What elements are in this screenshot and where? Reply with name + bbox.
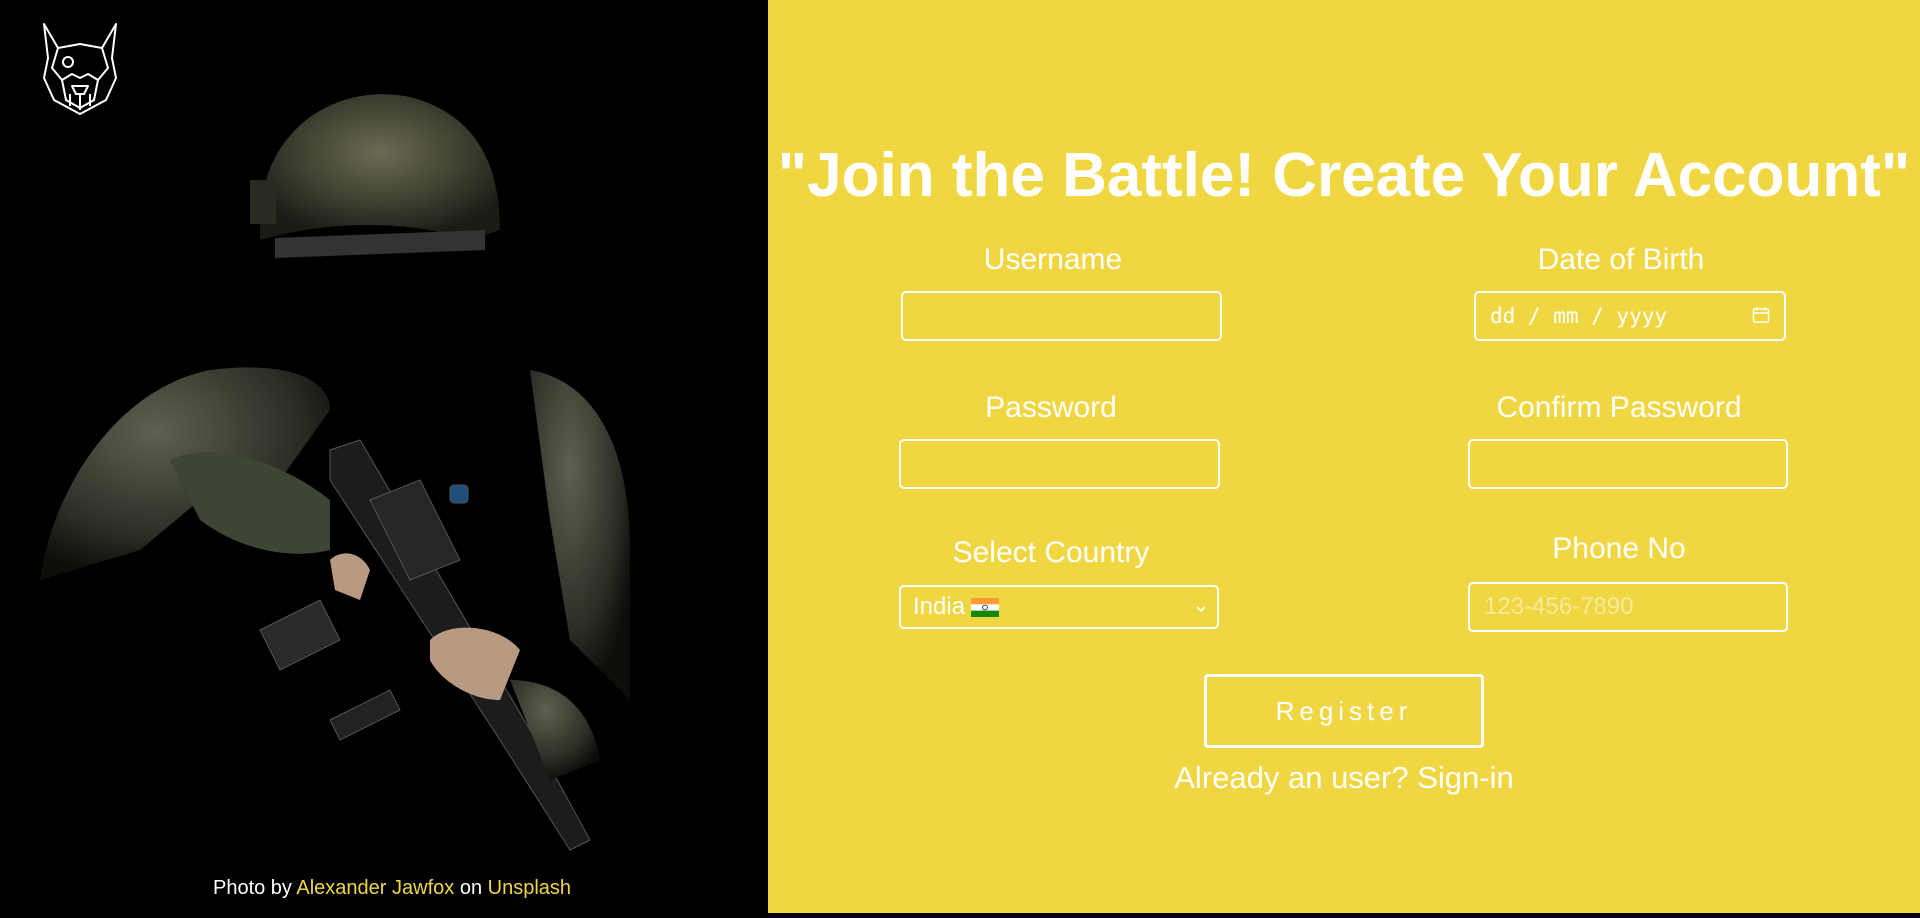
confirm-password-input[interactable] xyxy=(1468,439,1788,489)
soldier-photo xyxy=(40,94,630,851)
password-label: Password xyxy=(985,391,1117,424)
india-flag-icon xyxy=(971,597,1000,617)
username-label: Username xyxy=(983,243,1123,276)
author-link[interactable]: Alexander Jawfox xyxy=(296,877,454,899)
dob-placeholder: dd / mm / yyyy xyxy=(1490,304,1668,328)
register-button[interactable]: Register xyxy=(1204,674,1484,748)
credit-prefix: Photo by xyxy=(212,877,297,899)
photo-credit: Photo by Alexander Jawfox on Unsplash xyxy=(0,877,768,900)
unsplash-link[interactable]: Unsplash xyxy=(488,877,571,899)
bottom-divider xyxy=(768,913,1920,918)
credit-middle: on xyxy=(454,877,488,899)
country-label: Select Country xyxy=(952,536,1150,569)
chevron-down-icon xyxy=(1196,606,1206,613)
phone-input[interactable]: 123-456-7890 xyxy=(1468,582,1788,632)
confirm-password-label: Confirm Password xyxy=(1496,391,1742,424)
username-input[interactable] xyxy=(901,291,1222,341)
dob-input[interactable]: dd / mm / yyyy xyxy=(1474,291,1786,341)
page-title: "Join the Battle! Create Your Account" xyxy=(777,141,1911,210)
password-input[interactable] xyxy=(899,439,1220,489)
calendar-icon[interactable] xyxy=(1752,306,1770,324)
phone-placeholder: 123-456-7890 xyxy=(1484,593,1634,620)
country-selected: India xyxy=(913,593,966,620)
country-select[interactable]: India xyxy=(899,585,1219,629)
signin-link[interactable]: Already an user? Sign-in xyxy=(768,760,1920,796)
dob-label: Date of Birth xyxy=(1537,243,1705,276)
photo-panel: Photo by Alexander Jawfox on Unsplash xyxy=(0,0,768,918)
phone-label: Phone No xyxy=(1552,532,1686,565)
